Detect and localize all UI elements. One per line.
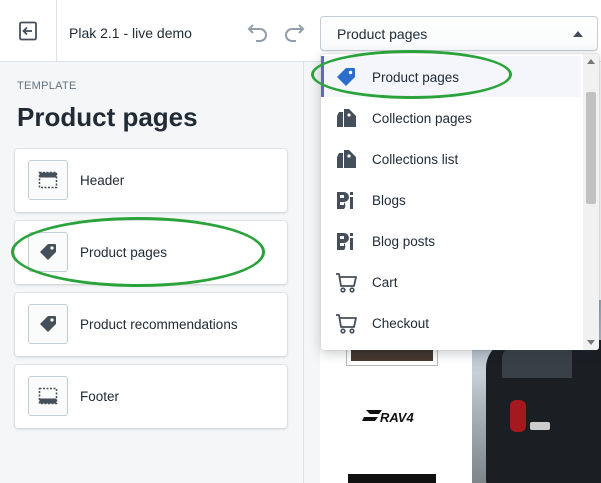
cart-icon xyxy=(336,273,357,293)
dropdown-item-cart[interactable]: Cart xyxy=(321,261,581,302)
dropdown-item-label: Cart xyxy=(372,275,398,290)
section-product-recommendations[interactable]: Product recommendations xyxy=(15,293,287,356)
dropdown-item-label: Checkout xyxy=(372,316,430,331)
template-select-value: Product pages xyxy=(337,26,428,42)
section-label: Footer xyxy=(80,389,120,404)
dropdown-item-label: Blogs xyxy=(372,193,406,208)
logo-text: RAV4 xyxy=(380,410,414,425)
section-label: Header xyxy=(80,173,125,188)
tags-icon xyxy=(337,109,356,127)
caret-up-icon xyxy=(573,31,583,37)
dropdown-scrollbar[interactable] xyxy=(583,54,599,350)
dropdown-item-label: Product pages xyxy=(372,70,460,85)
dropdown-item-blog-posts[interactable]: Blog posts xyxy=(321,220,581,261)
section-footer[interactable]: Footer xyxy=(15,365,287,428)
blog-icon xyxy=(337,192,353,209)
template-dropdown: Product pages Collection pages Collectio… xyxy=(321,54,599,350)
dropdown-item-checkout[interactable]: Checkout xyxy=(321,302,581,343)
dropdown-item-blogs[interactable]: Blogs xyxy=(321,179,581,220)
redo-icon[interactable] xyxy=(282,20,306,44)
product-thumbnail[interactable] xyxy=(348,474,436,483)
dropdown-item-label: Collection pages xyxy=(372,111,472,126)
template-label: TEMPLATE xyxy=(17,80,77,92)
section-label: Product pages xyxy=(80,245,168,260)
section-label: Product recommendations xyxy=(80,317,238,332)
page-title: Product pages xyxy=(17,102,198,132)
dropdown-item-collections-list[interactable]: Collections list xyxy=(321,138,581,179)
cart-icon xyxy=(336,314,357,334)
tag-icon xyxy=(337,68,355,86)
theme-name: Plak 2.1 - live demo xyxy=(69,25,192,41)
scroll-up-arrow-icon[interactable] xyxy=(587,59,595,64)
tags-icon xyxy=(337,150,356,168)
section-product-pages[interactable]: Product pages xyxy=(15,221,287,284)
dropdown-item-product-pages[interactable]: Product pages xyxy=(321,56,581,97)
scroll-down-arrow-icon[interactable] xyxy=(587,340,595,345)
sidebar: TEMPLATE Product pages Header Product pa… xyxy=(0,62,304,483)
product-thumbnail[interactable]: RAV4 xyxy=(346,380,438,452)
exit-button[interactable] xyxy=(0,0,57,62)
dropdown-item-collection-pages[interactable]: Collection pages xyxy=(321,97,581,138)
dropdown-item-label: Blog posts xyxy=(372,234,436,249)
scrollbar-thumb[interactable] xyxy=(586,92,596,204)
rav4-logo: RAV4 xyxy=(362,410,414,425)
top-bar: Plak 2.1 - live demo Product pages xyxy=(0,0,601,62)
exit-icon xyxy=(19,21,37,41)
template-select[interactable]: Product pages xyxy=(320,16,598,51)
tag-icon xyxy=(28,232,68,272)
undo-icon[interactable] xyxy=(246,20,270,44)
blog-icon xyxy=(337,233,353,250)
footer-icon xyxy=(28,376,68,416)
header-icon xyxy=(28,160,68,200)
tag-icon xyxy=(28,304,68,344)
dropdown-item-label: Collections list xyxy=(372,152,459,167)
section-header[interactable]: Header xyxy=(15,149,287,212)
